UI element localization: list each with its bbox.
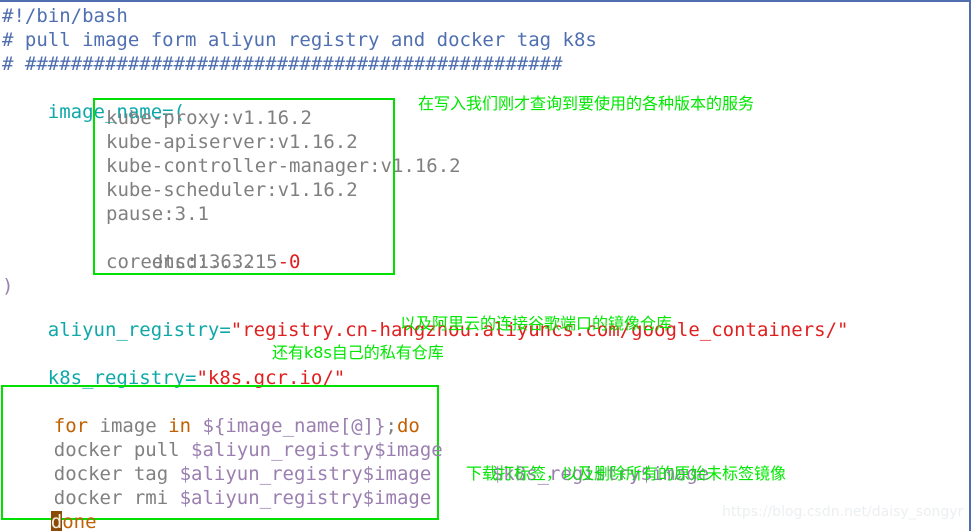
done-keyword-rest: one [62, 511, 97, 531]
docker-rmi-argument: $aliyun_registry$image [179, 487, 432, 509]
screenshot-root: #!/bin/bash # pull image form aliyun reg… [0, 0, 971, 531]
watermark-url: https://blog.csdn.net/daisy_songyr [722, 504, 964, 520]
aliyun-registry-varname: aliyun_registry= [47, 319, 231, 341]
code-line-image-1: kube-apiserver:v1.16.2 [106, 131, 358, 153]
annotation-loop-note: 下载打标签，以及删除所有的原始未标签镜像 [466, 464, 787, 483]
code-line-image-4: pause:3.1 [106, 203, 209, 225]
k8s-registry-varname: k8s_registry= [47, 367, 197, 389]
text-cursor: d [50, 511, 63, 531]
etcd-suffix: -0 [277, 251, 301, 273]
code-line-done: done [5, 486, 97, 531]
code-line-image-2: kube-controller-manager:v1.16.2 [106, 155, 461, 177]
code-line-image-3: kube-scheduler:v1.16.2 [106, 179, 358, 201]
annotation-k8s-note: 还有k8s自己的私有仓库 [272, 343, 444, 362]
k8s-registry-value: "k8s.gcr.io/" [196, 367, 346, 389]
code-line-comment-rule: # ######################################… [2, 53, 563, 75]
code-line-shebang: #!/bin/bash [2, 5, 128, 27]
code-line-image-0: kube-proxy:v1.16.2 [106, 107, 312, 129]
annotation-images-note: 在写入我们刚才查询到要使用的各种版本的服务 [418, 94, 755, 113]
code-line-comment-pull: # pull image form aliyun registry and do… [2, 29, 597, 51]
annotation-aliyun-note: 以及阿里云的连接谷歌端口的镜像仓库 [400, 314, 673, 333]
code-line-image-6: coredns:1.6.2 [106, 251, 255, 273]
